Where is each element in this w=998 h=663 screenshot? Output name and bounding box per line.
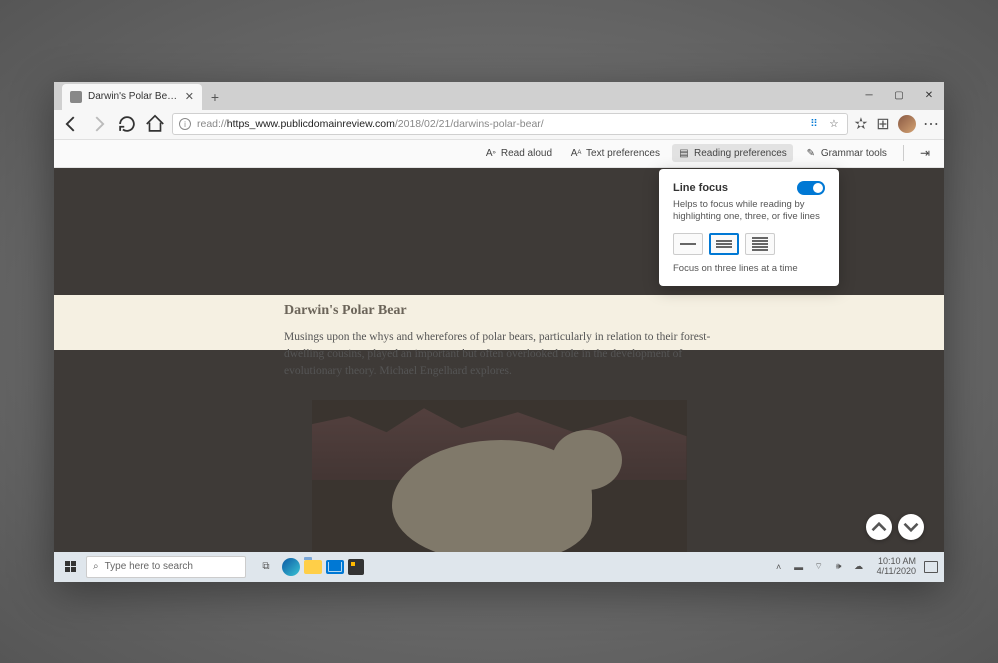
line-focus-toggle[interactable] xyxy=(797,181,825,195)
focus-one-line[interactable] xyxy=(673,233,703,255)
line-focus-options xyxy=(673,233,825,255)
reading-preferences-label: Reading preferences xyxy=(694,148,787,159)
taskbar-pinned-apps: ⧉ xyxy=(254,555,364,579)
scroll-controls xyxy=(866,514,924,540)
task-view-icon[interactable]: ⧉ xyxy=(254,555,278,579)
taskbar-clock[interactable]: 10:10 AM 4/11/2020 xyxy=(877,557,916,577)
reading-preferences-icon: ▤ xyxy=(678,147,690,159)
line-focus-description: Helps to focus while reading by highligh… xyxy=(673,199,825,224)
onedrive-icon[interactable]: ☁ xyxy=(853,561,865,573)
store-app-icon[interactable] xyxy=(348,559,364,575)
url-input[interactable]: i read://https_www.publicdomainreview.co… xyxy=(172,113,848,135)
mail-app-icon[interactable] xyxy=(326,560,344,574)
article-title: Darwin's Polar Bear xyxy=(284,303,714,319)
minimize-button[interactable]: ─ xyxy=(854,82,884,110)
back-button[interactable] xyxy=(60,113,82,135)
windows-logo-icon xyxy=(65,561,76,572)
system-tray: ˄ ▬ ⌔ 🕪 ☁ 10:10 AM 4/11/2020 xyxy=(773,552,938,582)
favorites-list-icon[interactable]: ✫ xyxy=(854,117,868,131)
volume-icon[interactable]: 🕪 xyxy=(833,561,845,573)
read-aloud-icon: A» xyxy=(485,147,497,159)
site-info-icon[interactable]: i xyxy=(179,118,191,130)
toolbar-separator xyxy=(903,145,904,161)
action-center-icon[interactable] xyxy=(924,561,938,573)
clock-date: 4/11/2020 xyxy=(877,567,916,577)
battery-icon[interactable]: ▬ xyxy=(793,561,805,573)
scroll-up-button[interactable] xyxy=(866,514,892,540)
window-controls: ─ ▢ ✕ xyxy=(854,82,944,110)
forward-button[interactable] xyxy=(88,113,110,135)
article-body: Musings upon the whys and wherefores of … xyxy=(284,329,714,381)
titlebar: Darwin's Polar Bears - The Pu... ✕ + ─ ▢… xyxy=(54,82,944,110)
immersive-reader-toolbar: A» Read aloud AA Text preferences ▤ Read… xyxy=(54,140,944,168)
collections-icon[interactable]: ⊞ xyxy=(876,117,890,131)
edge-browser-icon[interactable] xyxy=(282,558,300,576)
text-preferences-icon: AA xyxy=(570,147,582,159)
text-preferences-button[interactable]: AA Text preferences xyxy=(564,144,666,162)
pin-toolbar-button[interactable]: ⇥ xyxy=(914,143,936,163)
line-focus-title: Line focus xyxy=(673,182,728,194)
profile-avatar[interactable] xyxy=(898,115,916,133)
home-button[interactable] xyxy=(144,113,166,135)
grammar-tools-icon: ✎ xyxy=(805,147,817,159)
browser-tab[interactable]: Darwin's Polar Bears - The Pu... ✕ xyxy=(62,84,202,110)
maximize-button[interactable]: ▢ xyxy=(884,82,914,110)
read-aloud-label: Read aloud xyxy=(501,148,552,159)
toolbar-actions: ✫ ⊞ ⋯ xyxy=(854,115,938,133)
close-tab-icon[interactable]: ✕ xyxy=(185,90,194,103)
grammar-tools-button[interactable]: ✎ Grammar tools xyxy=(799,144,893,162)
grammar-tools-label: Grammar tools xyxy=(821,148,887,159)
favorite-star-icon[interactable]: ☆ xyxy=(827,117,841,131)
tab-title: Darwin's Polar Bears - The Pu... xyxy=(88,91,179,102)
taskbar-search[interactable]: ⌕ Type here to search xyxy=(86,556,246,578)
windows-taskbar: ⌕ Type here to search ⧉ ˄ ▬ ⌔ 🕪 ☁ 10:10 … xyxy=(54,552,944,582)
article-content: Darwin's Polar Bear Musings upon the why… xyxy=(54,303,944,552)
start-button[interactable] xyxy=(54,552,86,582)
translate-icon[interactable]: ⠿ xyxy=(807,117,821,131)
search-icon: ⌕ xyxy=(93,561,99,572)
scroll-down-button[interactable] xyxy=(898,514,924,540)
close-window-button[interactable]: ✕ xyxy=(914,82,944,110)
wifi-icon[interactable]: ⌔ xyxy=(813,561,825,573)
tray-expand-icon[interactable]: ˄ xyxy=(773,561,785,573)
read-aloud-button[interactable]: A» Read aloud xyxy=(479,144,558,162)
line-focus-caption: Focus on three lines at a time xyxy=(673,263,825,274)
focus-five-lines[interactable] xyxy=(745,233,775,255)
focus-three-lines[interactable] xyxy=(709,233,739,255)
search-placeholder: Type here to search xyxy=(105,561,193,572)
line-focus-popup: Line focus Helps to focus while reading … xyxy=(659,169,839,287)
new-tab-button[interactable]: + xyxy=(202,84,228,110)
file-explorer-icon[interactable] xyxy=(304,560,322,574)
refresh-button[interactable] xyxy=(116,113,138,135)
settings-more-icon[interactable]: ⋯ xyxy=(924,117,938,131)
article-image xyxy=(312,400,687,551)
url-text: read://https_www.publicdomainreview.com/… xyxy=(197,118,801,130)
tab-favicon xyxy=(70,91,82,103)
desktop-window: Darwin's Polar Bears - The Pu... ✕ + ─ ▢… xyxy=(54,82,944,582)
reading-preferences-button[interactable]: ▤ Reading preferences xyxy=(672,144,793,162)
text-preferences-label: Text preferences xyxy=(586,148,660,159)
address-bar: i read://https_www.publicdomainreview.co… xyxy=(54,110,944,140)
